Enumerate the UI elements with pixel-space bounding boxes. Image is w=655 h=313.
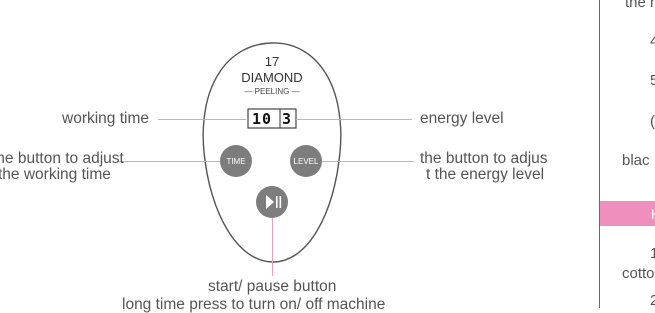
model-subtitle: — PEELING — [244, 87, 299, 96]
time-button-label: TIME [226, 157, 245, 166]
right-panel-line6: 1 [650, 245, 655, 262]
right-panel-line8: 2 [650, 292, 655, 309]
level-button-label: LEVEL [294, 157, 319, 166]
adjust-time-label-line2: the working time [0, 166, 111, 183]
adjust-time-leader [118, 161, 220, 162]
right-panel-line1: the m [625, 0, 655, 11]
right-panel-line7: cotto [622, 265, 655, 282]
adjust-energy-label-line2: t the energy level [426, 166, 545, 183]
right-panel-border [599, 0, 600, 308]
right-panel-line5: blac [622, 152, 650, 169]
model-name: DIAMOND [241, 70, 302, 85]
right-panel-section-bar: H [600, 201, 655, 226]
start-pause-label-line1: start/ pause button [208, 278, 337, 295]
working-time-label: working time [62, 110, 149, 127]
start-pause-leader [272, 218, 273, 276]
right-panel-line4: ( [650, 113, 655, 130]
right-panel: the m 4 5 ( blac H 1 cotto 2 [599, 0, 655, 309]
right-panel-bar-text: H [651, 206, 655, 222]
display-digits: 10 3 [252, 110, 292, 128]
energy-level-label: energy level [420, 110, 504, 127]
energy-level-leader [296, 119, 412, 120]
adjust-energy-label-line1: the button to adjus [420, 150, 548, 167]
model-number: 17 [265, 54, 279, 69]
right-panel-line3: 5 [650, 72, 655, 89]
adjust-time-label-line1: the button to adjust [0, 150, 124, 167]
working-time-leader [158, 119, 246, 120]
start-pause-label-line2: long time press to turn on/ off machine [122, 296, 386, 313]
right-panel-line2: 4 [650, 33, 655, 50]
adjust-energy-leader [322, 161, 414, 162]
